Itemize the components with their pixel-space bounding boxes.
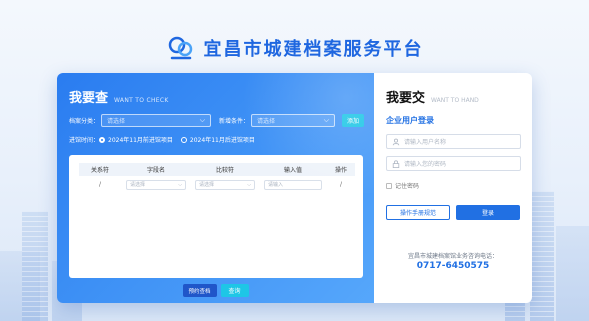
col-value: 输入值 (283, 167, 302, 174)
archive-select[interactable]: 请选择 ⌵ (101, 114, 212, 127)
time-label: 进馆时间： (69, 137, 100, 144)
password-placeholder: 请输入您的密码 (404, 161, 447, 168)
row-compare-select[interactable]: 请选择 ⌵ (195, 179, 255, 190)
condition-table: 关系符 字段名 比较符 输入值 操作 / 请选择 ⌵ 请选择 ⌵ 请输入 / (69, 155, 363, 278)
main-card: 我要查 WANT TO CHECK 档案分类： 请选择 ⌵ 新增条件： 请选择 … (57, 73, 532, 303)
row-field-value: 请选择 (130, 182, 146, 188)
query-title: 我要查 (69, 91, 109, 106)
remember-checkbox[interactable] (386, 182, 392, 189)
add-condition-button[interactable]: 添加 (342, 114, 365, 127)
user-icon (392, 138, 400, 145)
query-button[interactable]: 查询 (220, 284, 249, 297)
reserve-button[interactable]: 预约查档 (182, 284, 217, 297)
contact-phone: 0717-6450575 (416, 261, 490, 271)
login-button[interactable]: 登录 (456, 205, 520, 220)
username-field[interactable]: 请输入用户名称 (386, 134, 521, 149)
row-field-select[interactable]: 请选择 ⌵ (126, 179, 186, 190)
password-field[interactable]: 请输入您的密码 (386, 156, 521, 171)
username-placeholder: 请输入用户名称 (404, 139, 447, 146)
row-value-input[interactable]: 请输入 (264, 179, 322, 190)
condition-select-value: 请选择 (257, 118, 276, 125)
manual-button[interactable]: 操作手册规范 (386, 205, 450, 220)
submit-heading: 我要交 WANT TO HAND (386, 87, 479, 106)
login-actions: 操作手册规范 登录 (386, 205, 520, 220)
remember-password[interactable]: 记住密码 (386, 181, 419, 190)
remember-label: 记住密码 (395, 183, 420, 190)
archive-select-value: 请选择 (107, 118, 126, 125)
col-operation: 操作 (334, 167, 347, 174)
col-field: 字段名 (146, 167, 165, 174)
archive-label: 档案分类： (69, 118, 100, 125)
chevron-down-icon: ⌵ (247, 181, 251, 188)
row-relation: / (98, 181, 102, 188)
time-option-after-label[interactable]: 2024年11月后进馆项目 (190, 135, 255, 144)
col-compare: 比较符 (215, 167, 234, 174)
chevron-down-icon: ⌵ (323, 116, 330, 124)
time-filter-row: 进馆时间： 2024年11月前进馆项目 2024年11月后进馆项目 (69, 135, 255, 144)
time-option-before-label[interactable]: 2024年11月前进馆项目 (108, 135, 173, 144)
time-option-before-radio[interactable] (99, 136, 106, 143)
page-header: 宜昌市城建档案服务平台 (0, 33, 589, 63)
page-title: 宜昌市城建档案服务平台 (203, 39, 424, 60)
submit-panel: 我要交 WANT TO HAND 企业用户登录 请输入用户名称 请输入您的密码 … (374, 73, 532, 303)
query-filter-row: 档案分类： 请选择 ⌵ 新增条件： 请选择 ⌵ 添加 (69, 114, 365, 127)
row-operation: / (339, 181, 343, 188)
table-row: / 请选择 ⌵ 请选择 ⌵ 请输入 / (79, 178, 355, 191)
condition-label: 新增条件： (219, 118, 250, 125)
login-title: 企业用户登录 (386, 116, 434, 125)
condition-select[interactable]: 请选择 ⌵ (251, 114, 336, 127)
cloud-logo-icon (168, 36, 192, 60)
row-value-placeholder: 请输入 (268, 182, 284, 188)
chevron-down-icon: ⌵ (199, 116, 206, 124)
query-panel: 我要查 WANT TO CHECK 档案分类： 请选择 ⌵ 新增条件： 请选择 … (57, 73, 374, 303)
submit-title: 我要交 (386, 91, 426, 106)
contact-label: 宜昌市城建档案馆业务咨询电话： (407, 253, 498, 260)
query-heading: 我要查 WANT TO CHECK (69, 87, 169, 106)
time-option-after-radio[interactable] (180, 136, 187, 143)
chevron-down-icon: ⌵ (178, 181, 182, 188)
row-compare-value: 请选择 (199, 182, 215, 188)
query-actions: 预约查档 查询 (57, 284, 374, 297)
query-subtitle: WANT TO CHECK (114, 97, 169, 104)
col-relation: 关系符 (90, 167, 109, 174)
submit-subtitle: WANT TO HAND (431, 97, 479, 104)
lock-icon (392, 159, 400, 168)
table-header: 关系符 字段名 比较符 输入值 操作 (79, 163, 355, 176)
